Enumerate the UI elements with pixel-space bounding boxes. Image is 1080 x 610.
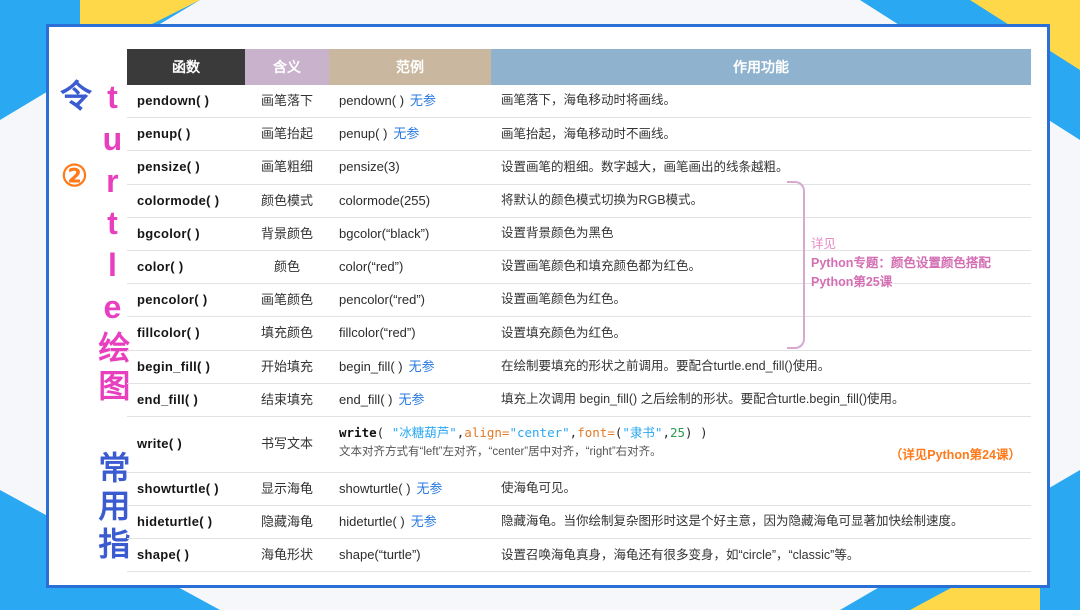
col-mn: 含义	[245, 49, 329, 85]
fn-cell: pendown( )	[127, 85, 245, 118]
col-de: 作用功能	[491, 49, 1031, 85]
meaning-cell: 海龟形状	[245, 539, 329, 572]
meaning-cell: 开始填充	[245, 350, 329, 383]
example-cell: bgcolor(“black”)	[329, 217, 491, 250]
col-ex: 范例	[329, 49, 491, 85]
side-note-l2: Python第25课	[811, 275, 892, 289]
no-param-badge: 无参	[398, 392, 424, 407]
desc-cell: 隐藏海龟。当你绘制复杂图形时这是个好主意，因为隐藏海龟可显著加快绘制速度。	[491, 506, 1031, 539]
table-row: penup( )画笔抬起penup( )无参画笔抬起，海龟移动时不画线。	[127, 118, 1031, 151]
fn-cell: pencolor( )	[127, 284, 245, 317]
example-cell: colormode(255)	[329, 184, 491, 217]
title-number-icon: ②	[58, 159, 91, 200]
fn-cell: penup( )	[127, 118, 245, 151]
commands-table: 函数 含义 范例 作用功能 pendown( )画笔落下pendown( )无参…	[127, 49, 1031, 572]
no-param-badge: 无参	[409, 359, 435, 374]
side-note-l1: Python专题：颜色设置颜色搭配	[811, 256, 991, 270]
fn-cell: color( )	[127, 250, 245, 283]
fn-cell: end_fill( )	[127, 383, 245, 416]
fn-cell: colormode( )	[127, 184, 245, 217]
no-param-badge: 无参	[393, 126, 419, 141]
meaning-cell: 背景颜色	[245, 217, 329, 250]
desc-cell: 画笔抬起，海龟移动时不画线。	[491, 118, 1031, 151]
meaning-cell: 画笔粗细	[245, 151, 329, 184]
example-cell: fillcolor(“red”)	[329, 317, 491, 350]
example-cell: showturtle( )无参	[329, 472, 491, 505]
desc-cell: 使海龟可见。	[491, 472, 1031, 505]
meaning-cell: 结束填充	[245, 383, 329, 416]
desc-cell: 设置画笔的粗细。数字越大，画笔画出的线条越粗。	[491, 151, 1031, 184]
table-row: begin_fill( )开始填充begin_fill( )无参在绘制要填充的形…	[127, 350, 1031, 383]
page-title: turtle绘图 常用指令 ②	[59, 49, 127, 575]
table-header-row: 函数 含义 范例 作用功能	[127, 49, 1031, 85]
table-row: write( )书写文本 write( "冰糖葫芦",align="center"…	[127, 416, 1031, 472]
fn-cell: showturtle( )	[127, 472, 245, 505]
meaning-cell: 显示海龟	[245, 472, 329, 505]
example-cell: pencolor(“red”)	[329, 284, 491, 317]
table-row: pendown( )画笔落下pendown( )无参画笔落下，海龟移动时将画线。	[127, 85, 1031, 118]
example-cell: hideturtle( )无参	[329, 506, 491, 539]
desc-cell: 画笔落下，海龟移动时将画线。	[491, 85, 1031, 118]
meaning-cell: 颜色	[245, 250, 329, 283]
table-row: colormode( )颜色模式colormode(255)将默认的颜色模式切换…	[127, 184, 1031, 217]
meaning-cell: 画笔抬起	[245, 118, 329, 151]
table-row: fillcolor( )填充颜色fillcolor(“red”)设置填充颜色为红…	[127, 317, 1031, 350]
fn-cell: begin_fill( )	[127, 350, 245, 383]
fn-cell: hideturtle( )	[127, 506, 245, 539]
write-subtext: 文本对齐方式有“left”左对齐，“center”居中对齐，“right”右对齐…	[339, 444, 1021, 460]
table-row: end_fill( )结束填充end_fill( )无参填充上次调用 begin…	[127, 383, 1031, 416]
example-cell: begin_fill( )无参	[329, 350, 491, 383]
title-part-a: turtle绘图	[94, 79, 130, 407]
example-cell: pendown( )无参	[329, 85, 491, 118]
fn-cell: pensize( )	[127, 151, 245, 184]
meaning-cell: 书写文本	[245, 416, 329, 472]
no-param-badge: 无参	[411, 514, 437, 529]
desc-cell: 在绘制要填充的形状之前调用。要配合turtle.end_fill()使用。	[491, 350, 1031, 383]
desc-cell: 设置填充颜色为红色。	[491, 317, 1031, 350]
meaning-cell: 隐藏海龟	[245, 506, 329, 539]
desc-cell: 填充上次调用 begin_fill() 之后绘制的形状。要配合turtle.be…	[491, 383, 1031, 416]
write-note: （详见Python第24课）	[890, 447, 1021, 465]
fn-cell: write( )	[127, 416, 245, 472]
table-row: hideturtle( )隐藏海龟hideturtle( )无参隐藏海龟。当你绘…	[127, 506, 1031, 539]
meaning-cell: 填充颜色	[245, 317, 329, 350]
table-wrap: 函数 含义 范例 作用功能 pendown( )画笔落下pendown( )无参…	[127, 49, 1031, 575]
example-cell: shape(“turtle”)	[329, 539, 491, 572]
side-note: 详见 Python专题：颜色设置颜色搭配 Python第25课	[811, 235, 1017, 291]
write-cell: write( "冰糖葫芦",align="center",font=("隶书",…	[329, 416, 1031, 472]
desc-cell: 将默认的颜色模式切换为RGB模式。	[491, 184, 1031, 217]
no-param-badge: 无参	[417, 481, 443, 496]
example-cell: penup( )无参	[329, 118, 491, 151]
fn-cell: fillcolor( )	[127, 317, 245, 350]
meaning-cell: 颜色模式	[245, 184, 329, 217]
example-cell: pensize(3)	[329, 151, 491, 184]
content-frame: turtle绘图 常用指令 ② 函数 含义 范例 作用功能 pendown( )…	[46, 24, 1050, 588]
example-cell: end_fill( )无参	[329, 383, 491, 416]
meaning-cell: 画笔落下	[245, 85, 329, 118]
table-row: pensize( )画笔粗细pensize(3)设置画笔的粗细。数字越大，画笔画…	[127, 151, 1031, 184]
fn-cell: shape( )	[127, 539, 245, 572]
write-code: write( "冰糖葫芦",align="center",font=("隶书",…	[339, 424, 1021, 442]
fn-cell: bgcolor( )	[127, 217, 245, 250]
side-note-head: 详见	[811, 237, 836, 251]
col-fn: 函数	[127, 49, 245, 85]
table-row: showturtle( )显示海龟showturtle( )无参使海龟可见。	[127, 472, 1031, 505]
meaning-cell: 画笔颜色	[245, 284, 329, 317]
table-row: shape( )海龟形状shape(“turtle”)设置召唤海龟真身，海龟还有…	[127, 539, 1031, 572]
desc-cell: 设置召唤海龟真身，海龟还有很多变身，如“circle”，“classic”等。	[491, 539, 1031, 572]
example-cell: color(“red”)	[329, 250, 491, 283]
no-param-badge: 无参	[410, 93, 436, 108]
